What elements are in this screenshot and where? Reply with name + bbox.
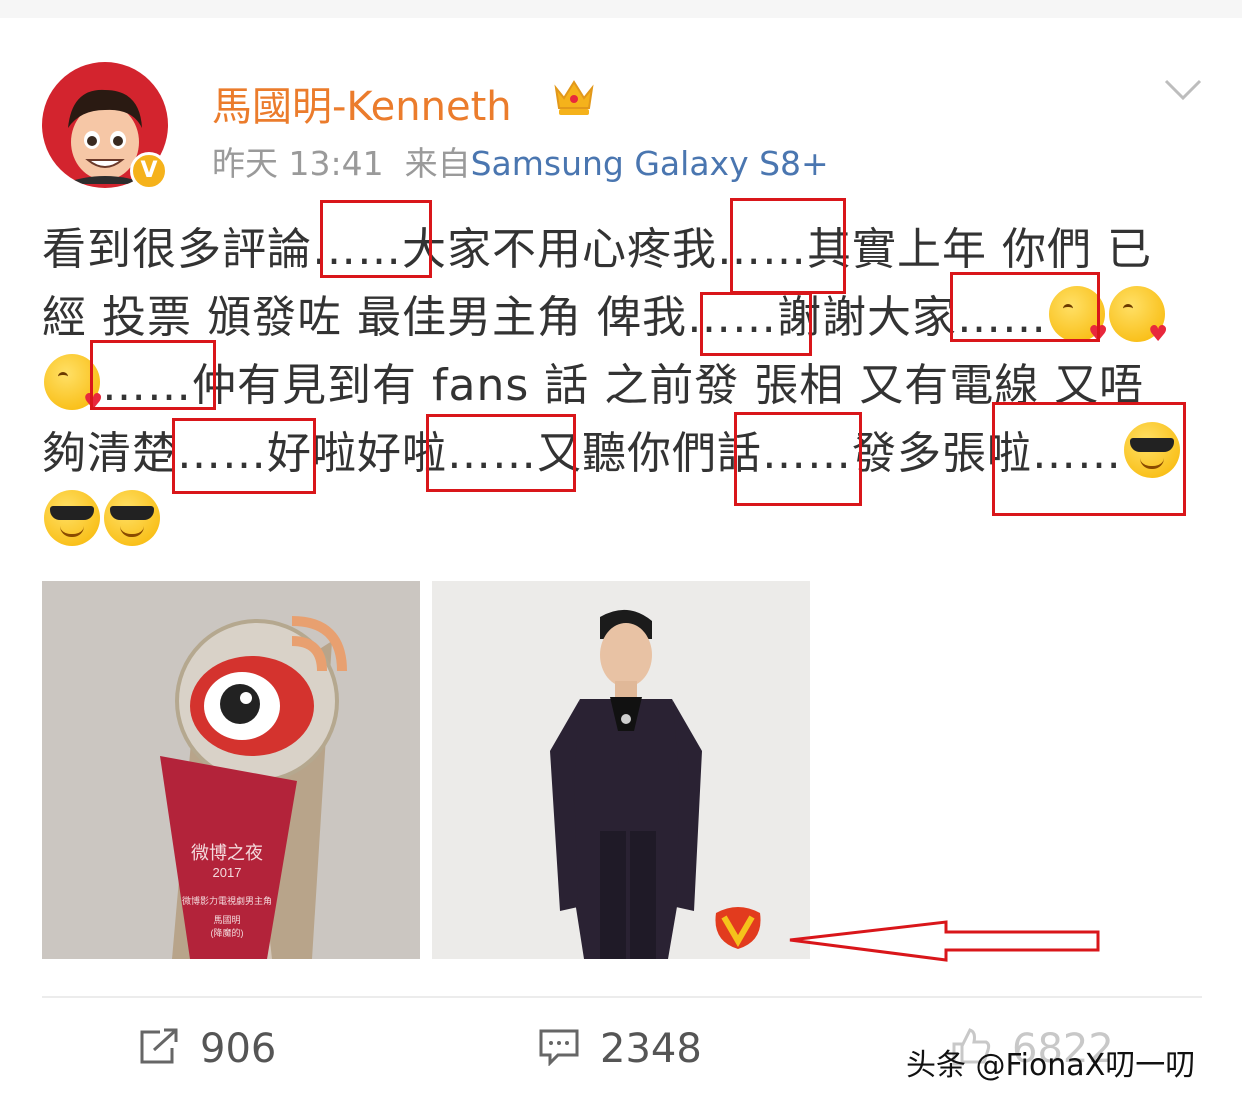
- trophy-year: 2017: [212, 865, 242, 880]
- annotation-box: [172, 418, 316, 494]
- trophy-title: 微博之夜: [191, 843, 263, 863]
- man-in-suit-illustration: [432, 581, 810, 959]
- sunglasses-emoji-icon: [104, 490, 160, 546]
- repost-button[interactable]: 906: [138, 1026, 276, 1072]
- repost-count: 906: [200, 1026, 277, 1072]
- post-meta: 昨天 13:41 来自Samsung Galaxy S8+: [212, 137, 829, 185]
- post-time: 昨天 13:41: [212, 144, 384, 183]
- annotation-box: [700, 292, 812, 356]
- sunglasses-emoji-icon: [44, 490, 100, 546]
- source-prefix: 来自: [404, 144, 471, 183]
- chevron-down-icon[interactable]: [1164, 78, 1202, 102]
- verified-badge-icon: V: [130, 152, 168, 190]
- annotation-box: [950, 272, 1100, 342]
- device-link[interactable]: Samsung Galaxy S8+: [471, 144, 829, 183]
- annotation-box: [426, 414, 576, 492]
- kiss-emoji-icon: [1108, 286, 1169, 346]
- annotation-box: [90, 340, 216, 410]
- trophy-line-1: 微博影力電視劇男主角: [181, 896, 272, 906]
- annotation-box: [734, 412, 862, 506]
- trophy-line-3: (降魔的): [210, 928, 244, 938]
- annotation-box: [730, 198, 846, 294]
- trophy-caption: 微博之夜 2017 微博影力電視劇男主角 馬國明 (降魔的): [162, 839, 292, 939]
- annotation-arrow-icon: [789, 920, 1100, 962]
- weibo-v-logo-icon: [715, 907, 761, 949]
- share-icon: [140, 1028, 178, 1064]
- portrait-photo[interactable]: [432, 581, 810, 959]
- trophy-line-2: 馬國明: [213, 915, 241, 925]
- divider: [42, 996, 1202, 998]
- trophy-photo[interactable]: 微博之夜 2017 微博影力電視劇男主角 馬國明 (降魔的): [42, 581, 420, 959]
- watermark-text: 头条 @FionaX叨一叨: [906, 1048, 1196, 1083]
- username[interactable]: 馬國明-Kenneth: [212, 74, 512, 132]
- comment-button[interactable]: 2348: [538, 1026, 702, 1072]
- comment-icon: [539, 1029, 579, 1066]
- annotation-box: [992, 402, 1186, 516]
- crown-vip-icon[interactable]: [552, 74, 596, 118]
- annotation-box: [320, 200, 432, 278]
- comment-count: 2348: [600, 1026, 702, 1072]
